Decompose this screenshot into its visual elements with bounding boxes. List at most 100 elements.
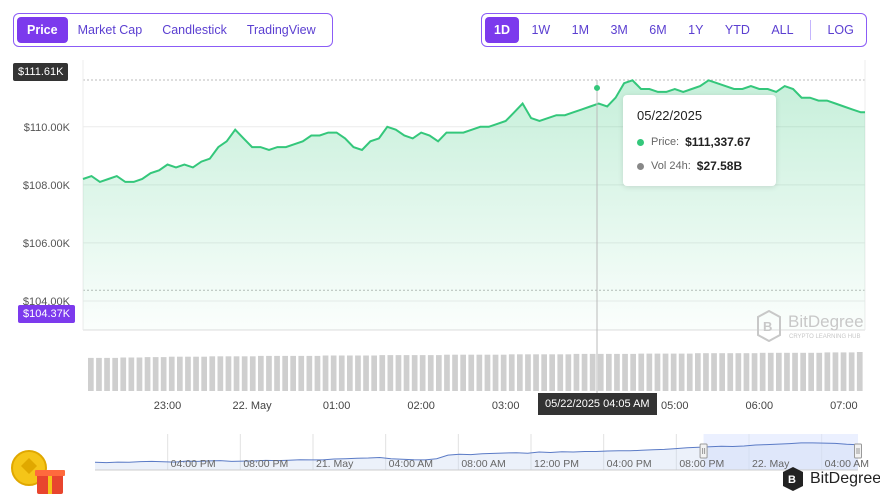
x-tick-label: 01:00 bbox=[323, 400, 351, 412]
volume-bar bbox=[856, 352, 863, 391]
volume-bar bbox=[670, 353, 677, 391]
volume-bar bbox=[533, 354, 539, 391]
volume-bar bbox=[427, 355, 434, 391]
volume-bar bbox=[411, 355, 418, 391]
volume-bar bbox=[387, 355, 394, 391]
volume-bar bbox=[104, 357, 110, 391]
volume-bar bbox=[614, 353, 620, 391]
volume-bar bbox=[444, 354, 450, 391]
handle-grip bbox=[854, 443, 862, 459]
x-tick-label: 23:00 bbox=[154, 400, 182, 412]
x-tick-label: 07:00 bbox=[830, 400, 858, 412]
volume-bar bbox=[209, 356, 216, 391]
volume-bar bbox=[767, 352, 774, 391]
volume-bar bbox=[201, 356, 207, 391]
volume-bar bbox=[468, 354, 475, 391]
min-price-tag: $104.37K bbox=[18, 305, 76, 323]
volume-bar bbox=[703, 353, 709, 391]
volume-bar bbox=[144, 357, 151, 391]
volume-bar bbox=[622, 353, 628, 391]
volume-bar bbox=[492, 354, 499, 391]
watermark-tagline: CRYPTO LEARNING HUB bbox=[789, 334, 861, 340]
volume-bar bbox=[347, 355, 353, 391]
bitdegree-logo-icon: B bbox=[783, 467, 803, 491]
navigator-tick-label: 08:00 AM bbox=[461, 458, 505, 470]
volume-dot-icon bbox=[637, 162, 644, 170]
bitdegree-logo-icon: B bbox=[757, 310, 781, 342]
volume-bar bbox=[711, 353, 717, 391]
navigator-tick-label: 04:00 PM bbox=[171, 458, 216, 470]
volume-bar bbox=[266, 355, 272, 391]
volume-bar bbox=[565, 354, 572, 391]
volume-bar bbox=[112, 357, 118, 391]
volume-bar bbox=[168, 356, 175, 391]
navigator-tick-label: 08:00 PM bbox=[679, 458, 724, 470]
volume-bar bbox=[759, 352, 766, 391]
volume-bar bbox=[249, 356, 256, 391]
volume-bar bbox=[452, 354, 458, 391]
volume-bar bbox=[654, 353, 661, 391]
navigator-tick-label: 21. May bbox=[316, 458, 354, 470]
volume-bar bbox=[784, 352, 790, 391]
volume-bar bbox=[177, 356, 183, 391]
crosshair-time-label: 05/22/2025 04:05 AM bbox=[538, 393, 657, 415]
volume-bar bbox=[88, 357, 94, 391]
price-chart[interactable]: $110.00K$108.00K$106.00K$104.00K 23:00 22… bbox=[0, 0, 880, 498]
volume-bar bbox=[225, 356, 232, 391]
volume-bar bbox=[646, 353, 653, 391]
volume-bar bbox=[395, 355, 402, 391]
volume-bar bbox=[258, 355, 264, 391]
x-tick-label: 05:00 bbox=[661, 400, 689, 412]
volume-bar bbox=[743, 353, 750, 391]
tooltip-price-row: Price: $111,337.67 bbox=[637, 135, 762, 149]
tooltip-price-value: $111,337.67 bbox=[685, 135, 751, 149]
brand-logo[interactable]: B BitDegree bbox=[782, 466, 880, 492]
x-tick-label: 03:00 bbox=[492, 400, 520, 412]
volume-bar bbox=[638, 353, 645, 391]
max-price-tag: $111.61K bbox=[13, 63, 69, 81]
volume-bar bbox=[419, 355, 426, 391]
navigator-tick-label: 08:00 PM bbox=[243, 458, 288, 470]
tooltip-volume-value: $27.58B bbox=[696, 159, 743, 173]
navigator-tick-label: 04:00 PM bbox=[607, 458, 652, 470]
volume-bar bbox=[120, 357, 127, 391]
svg-text:B: B bbox=[788, 474, 796, 486]
navigator-tick-label: 04:00 AM bbox=[389, 458, 433, 470]
volume-bar bbox=[792, 352, 798, 391]
volume-bar bbox=[727, 353, 734, 391]
volume-bar bbox=[719, 353, 725, 391]
svg-text:B: B bbox=[763, 319, 772, 334]
volume-bar bbox=[751, 353, 758, 391]
y-tick-label: $110.00K bbox=[24, 122, 71, 134]
volume-bar bbox=[241, 356, 248, 391]
x-tick-label: 02:00 bbox=[407, 400, 435, 412]
volume-bar bbox=[379, 355, 386, 391]
brand-name: BitDegree bbox=[810, 470, 880, 487]
volume-bar bbox=[403, 355, 410, 391]
volume-bar bbox=[808, 352, 814, 391]
y-tick-label: $108.00K bbox=[23, 180, 71, 192]
volume-bar bbox=[695, 353, 701, 391]
x-tick-label: 06:00 bbox=[746, 400, 774, 412]
volume-bar bbox=[371, 355, 377, 391]
volume-bar bbox=[330, 355, 337, 391]
volume-bar bbox=[549, 354, 555, 391]
volume-bar bbox=[630, 353, 636, 391]
gift-coin-icon[interactable] bbox=[9, 448, 67, 496]
volume-bar bbox=[735, 353, 742, 391]
volume-bar bbox=[484, 354, 491, 391]
navigator-handle[interactable] bbox=[854, 443, 862, 459]
volume-bar bbox=[678, 353, 685, 391]
volume-bar bbox=[573, 353, 580, 391]
volume-bar bbox=[274, 355, 280, 391]
y-tick-label: $106.00K bbox=[23, 238, 71, 250]
volume-bar bbox=[500, 354, 507, 391]
tooltip-volume-label: Vol 24h: bbox=[651, 160, 691, 172]
tooltip-date: 05/22/2025 bbox=[637, 108, 703, 123]
handle-grip bbox=[699, 443, 708, 459]
volume-bar bbox=[338, 355, 345, 391]
volume-bar bbox=[233, 356, 240, 391]
volume-bar bbox=[193, 356, 199, 391]
volume-bar bbox=[460, 354, 466, 391]
navigator-handle[interactable] bbox=[699, 443, 708, 459]
